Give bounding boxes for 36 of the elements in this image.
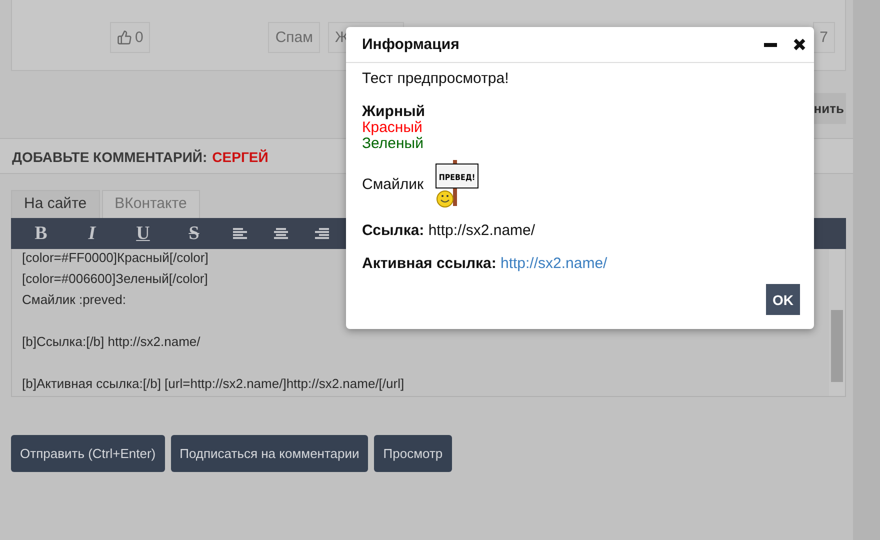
italic-button[interactable]: I <box>80 222 104 244</box>
styled-text: Жирный <box>362 104 426 120</box>
comment-action-button[interactable]: Спам <box>268 22 320 53</box>
thumbs-up-icon <box>117 30 132 45</box>
preview-text: Тест предпросмотра! <box>362 70 510 87</box>
styled-text: Красный <box>362 120 422 136</box>
ok-button[interactable]: OK <box>766 284 800 315</box>
active-link-line: Активная ссылка: http://sx2.name/ <box>362 255 608 272</box>
user-name: СЕРГЕЙ <box>212 149 268 163</box>
styled-text: Зеленый <box>362 136 424 152</box>
scrollbar[interactable] <box>829 249 845 396</box>
comment-action-button[interactable]: 7 <box>812 22 835 53</box>
link-line: Ссылка: http://sx2.name/ <box>362 222 536 239</box>
smiley-sign-drawing: ПРЕВЕД! <box>434 160 480 208</box>
editor-line: [b]Ссылка:[/b] http://sx2.name/ <box>22 333 200 351</box>
editor-line: [color=#FF0000]Красный[/color] <box>22 249 208 267</box>
smiley-label: Смайлик <box>362 176 424 193</box>
strike-button[interactable]: S <box>182 222 206 244</box>
close-icon[interactable] <box>793 38 806 51</box>
bold-button[interactable]: B <box>29 222 53 244</box>
form-button[interactable]: Подписаться на комментарии <box>170 435 368 472</box>
like-button[interactable]: 0 <box>110 22 150 53</box>
align-left-icon[interactable] <box>233 228 247 240</box>
editor-line: [color=#006600]Зеленый[/color] <box>22 270 208 288</box>
editor-tab[interactable]: На сайте <box>11 190 100 218</box>
editor-line: Смайлик :preved: <box>22 291 126 309</box>
active-link[interactable]: http://sx2.name/ <box>500 255 608 272</box>
form-button[interactable]: Отправить (Ctrl+Enter) <box>11 435 165 472</box>
editor-line: [b]Активная ссылка:[/b] [url=http://sx2.name/]http://sx2.name/[/url] <box>22 375 404 393</box>
align-right-icon[interactable] <box>315 228 329 240</box>
align-center-icon[interactable] <box>274 228 288 240</box>
form-title: ДОБАВЬТЕ КОММЕНТАРИЙ: <box>12 149 208 163</box>
dialog-title: Информация <box>362 36 460 53</box>
form-button[interactable]: Просмотр <box>374 435 452 472</box>
underline-button[interactable]: U <box>131 222 155 244</box>
minimize-icon[interactable] <box>764 42 777 46</box>
